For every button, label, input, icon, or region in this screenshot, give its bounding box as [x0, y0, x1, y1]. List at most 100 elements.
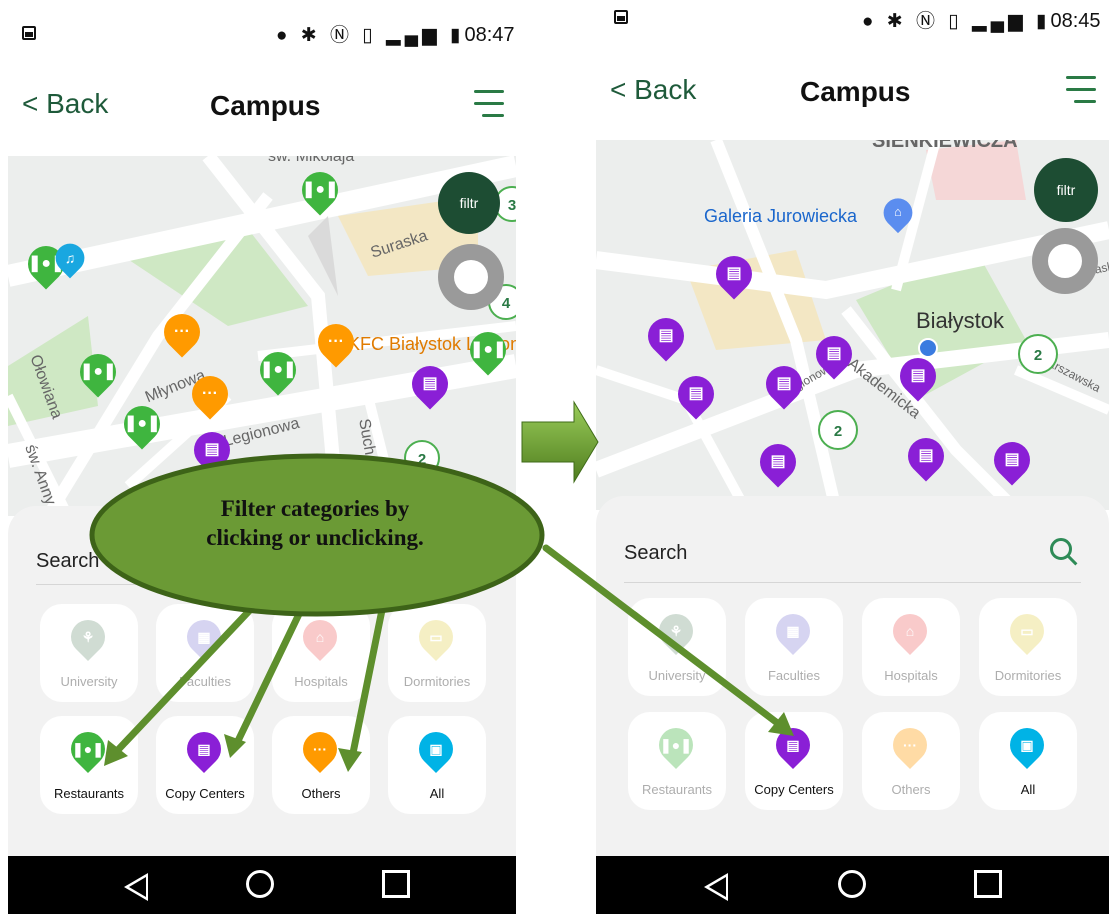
- copy-center-pin[interactable]: ▤: [708, 248, 760, 300]
- map[interactable]: SIENKIEWICZA Galeria Jurowiecka ⌂ Białys…: [596, 140, 1109, 510]
- grid-icon: ▣: [1002, 720, 1052, 772]
- filter-button[interactable]: filtr: [438, 172, 500, 234]
- status-icons: ● ✱ Ⓝ ▯ ▂▄▆ ▮08:45: [862, 6, 1101, 33]
- category-others[interactable]: ··· Others: [862, 712, 960, 810]
- search-label[interactable]: Search: [624, 542, 687, 565]
- restaurant-pin[interactable]: ❚●❚: [294, 164, 346, 216]
- status-bar: ● ✱ Ⓝ ▯ ▂▄▆ ▮08:45: [596, 0, 1109, 60]
- category-hospitals[interactable]: ⌂ Hospitals: [272, 604, 370, 702]
- my-location-button[interactable]: [438, 244, 504, 310]
- category-restaurants[interactable]: ❚●❚ Restaurants: [40, 716, 138, 814]
- signal-icon: ▂▄▆: [972, 11, 1027, 32]
- signal-icon: ▂▄▆: [386, 25, 441, 46]
- faculty-icon: ▦: [768, 606, 818, 658]
- category-faculties[interactable]: ▦ Faculties: [156, 604, 254, 702]
- restaurant-pin[interactable]: ❚●❚: [72, 346, 124, 398]
- location-icon: ●: [862, 11, 878, 32]
- category-dormitories[interactable]: ▭ Dormitories: [979, 598, 1077, 696]
- category-university[interactable]: ⚘ University: [628, 598, 726, 696]
- printer-icon: ▤: [768, 720, 818, 772]
- category-others[interactable]: ··· Others: [272, 716, 370, 814]
- category-copy-centers[interactable]: ▤ Copy Centers: [745, 712, 843, 810]
- back-button[interactable]: < Back: [22, 88, 108, 120]
- restaurant-icon: ❚●❚: [651, 720, 701, 772]
- hospital-icon: ⌂: [885, 606, 935, 658]
- restaurant-pin[interactable]: ❚●❚: [252, 344, 304, 396]
- nav-home-icon[interactable]: [246, 870, 274, 898]
- my-location-button[interactable]: [1032, 228, 1098, 294]
- battery-icon: ▮: [1035, 11, 1051, 32]
- status-bar: ● ✱ Ⓝ ▯ ▂▄▆ ▮08:47: [8, 0, 516, 60]
- bluetooth-icon: ✱: [300, 25, 321, 46]
- app-bar: < Back Campus: [8, 70, 516, 140]
- category-hospitals[interactable]: ⌂ Hospitals: [862, 598, 960, 696]
- copy-center-pin[interactable]: ▤: [808, 328, 860, 380]
- copy-center-pin[interactable]: ▤: [404, 358, 456, 410]
- faculty-icon: ▦: [179, 612, 229, 664]
- page-title: Campus: [210, 90, 321, 121]
- nav-recents-icon[interactable]: [974, 870, 1002, 898]
- copy-center-pin[interactable]: ▤: [640, 310, 692, 362]
- location-icon: ●: [276, 25, 292, 46]
- menu-icon[interactable]: [474, 90, 504, 118]
- gallery-icon: [614, 10, 628, 24]
- status-icons: ● ✱ Ⓝ ▯ ▂▄▆ ▮08:47: [276, 20, 515, 47]
- copy-center-pin[interactable]: ▤: [900, 430, 952, 482]
- copy-center-pin[interactable]: ▤: [892, 350, 944, 402]
- copy-center-pin[interactable]: ▤: [670, 368, 722, 420]
- right-screen: ● ✱ Ⓝ ▯ ▂▄▆ ▮08:45 < Back Campus SIENKIE…: [596, 0, 1109, 914]
- annotation-line-2: clicking or unclicking.: [206, 525, 424, 550]
- annotation-text: Filter categories by clicking or unclick…: [150, 494, 480, 552]
- page-title: Campus: [800, 76, 911, 107]
- filter-button[interactable]: filtr: [1034, 158, 1098, 222]
- music-pin[interactable]: ♫: [49, 237, 91, 284]
- copy-center-pin[interactable]: ▤: [752, 436, 804, 488]
- category-all[interactable]: ▣ All: [388, 716, 486, 814]
- mall-pin[interactable]: ⌂: [877, 192, 919, 234]
- city-label: Białystok: [916, 308, 1005, 333]
- printer-icon: ▤: [179, 724, 229, 776]
- category-restaurants[interactable]: ❚●❚ Restaurants: [628, 712, 726, 810]
- restaurant-pin[interactable]: ❚●❚: [116, 398, 168, 450]
- university-icon: ⚘: [63, 612, 113, 664]
- category-university[interactable]: ⚘ University: [40, 604, 138, 702]
- copy-center-pin[interactable]: ▤: [986, 434, 1038, 486]
- area-label: SIENKIEWICZA: [872, 140, 1018, 152]
- category-all[interactable]: ▣ All: [979, 712, 1077, 810]
- menu-icon[interactable]: [1066, 76, 1096, 104]
- other-pin[interactable]: ···: [184, 368, 236, 420]
- search-icon[interactable]: [1050, 538, 1072, 560]
- back-button[interactable]: < Back: [610, 74, 696, 106]
- nav-bar: [8, 856, 516, 914]
- nav-bar: [596, 856, 1109, 914]
- status-time: 08:45: [1050, 10, 1101, 32]
- category-dormitories[interactable]: ▭ Dormitories: [388, 604, 486, 702]
- restaurant-icon: ❚●❚: [63, 724, 113, 776]
- university-icon: ⚘: [651, 606, 701, 658]
- other-pin[interactable]: ···: [156, 306, 208, 358]
- other-pin[interactable]: ···: [310, 316, 362, 368]
- category-faculties[interactable]: ▦ Faculties: [745, 598, 843, 696]
- nav-home-icon[interactable]: [838, 870, 866, 898]
- map-cluster[interactable]: 2: [1018, 334, 1058, 374]
- nav-recents-icon[interactable]: [382, 870, 410, 898]
- hospital-icon: ⌂: [295, 612, 345, 664]
- grid-icon: ▣: [411, 724, 461, 776]
- category-copy-centers[interactable]: ▤ Copy Centers: [156, 716, 254, 814]
- bluetooth-icon: ✱: [886, 11, 907, 32]
- nav-back-icon[interactable]: [124, 873, 148, 901]
- street-label: św. Mikołaja: [268, 156, 355, 165]
- more-icon: ···: [295, 724, 345, 776]
- copy-center-pin[interactable]: ▤: [758, 358, 810, 410]
- vibrate-icon: ▯: [362, 25, 377, 46]
- more-icon: ···: [885, 720, 935, 772]
- battery-icon: ▮: [449, 25, 465, 46]
- restaurant-pin[interactable]: ❚●❚: [462, 324, 514, 376]
- map-cluster[interactable]: 2: [818, 410, 858, 450]
- nfc-icon: Ⓝ: [329, 25, 353, 46]
- gallery-label: Galeria Jurowiecka: [704, 206, 858, 226]
- bottom-sheet: Search ⚘ University ▦ Faculties ⌂ Hospitals…: [596, 496, 1109, 856]
- search-underline: [624, 582, 1081, 583]
- nav-back-icon[interactable]: [704, 873, 728, 901]
- vibrate-icon: ▯: [948, 11, 963, 32]
